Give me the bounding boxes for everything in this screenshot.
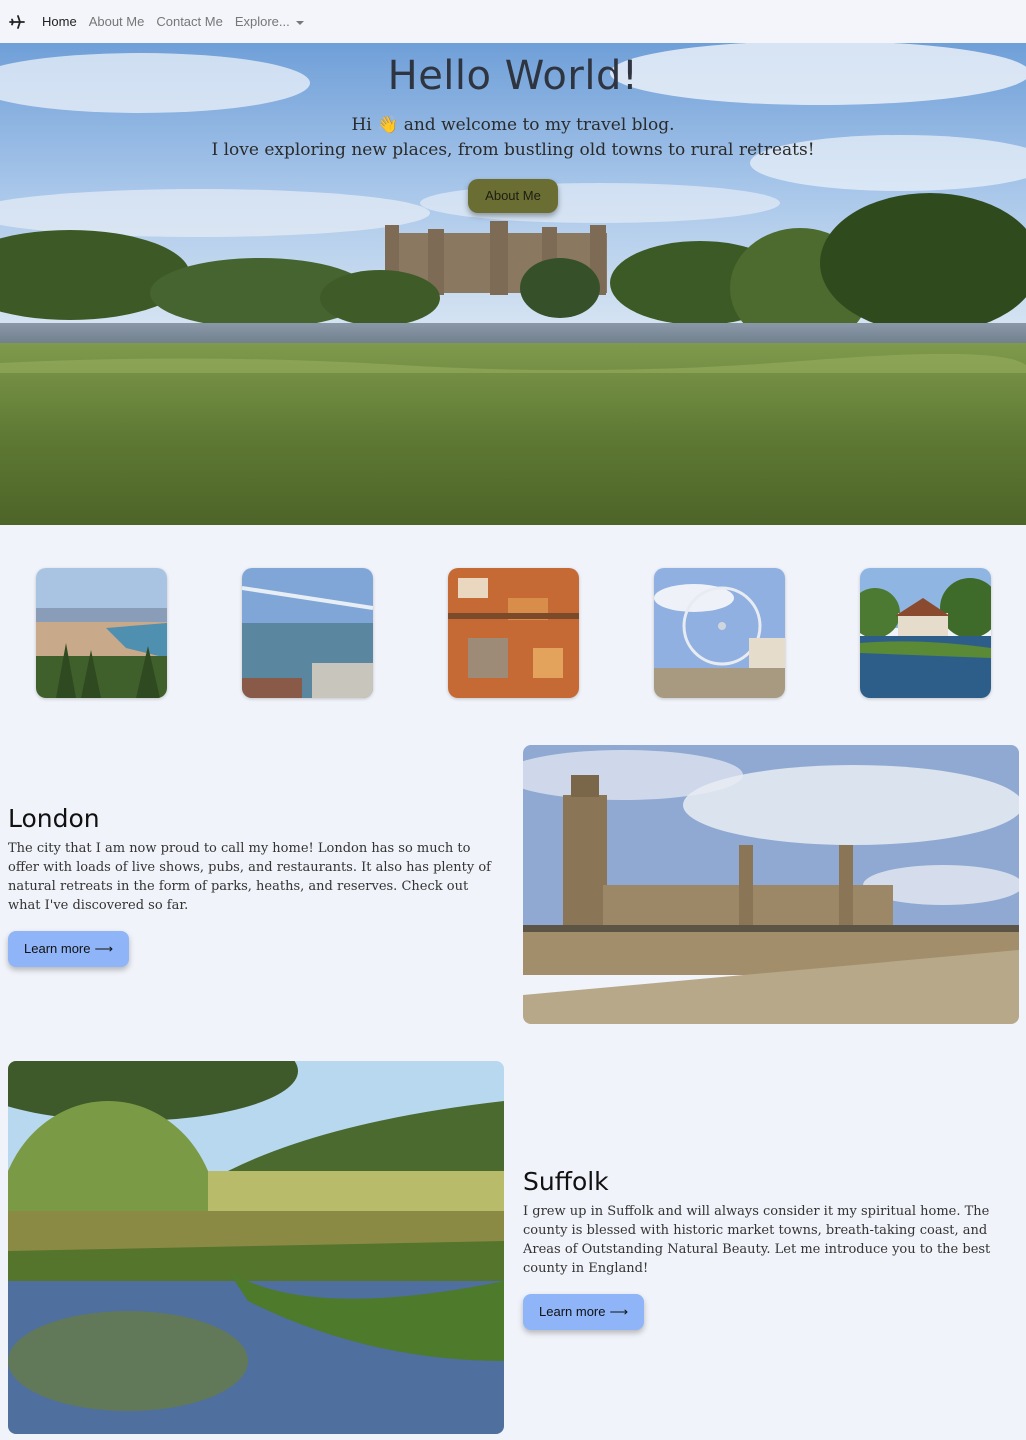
hero-welcome-line: Hi 👋 and welcome to my travel blog. (0, 113, 1026, 138)
nav-contact-link[interactable]: Contact Me (156, 14, 222, 29)
london-learn-more-label: Learn more (24, 941, 91, 956)
thumbnail-old-town[interactable] (448, 568, 579, 698)
hero-title: Hello World! (387, 53, 639, 99)
hero-greeting: Hi (351, 115, 372, 135)
nav-about-link[interactable]: About Me (89, 14, 145, 29)
london-parliament-image (523, 745, 1019, 1024)
london-section: London The city that I am now proud to c… (8, 804, 503, 967)
waving-hand-icon: 👋 (377, 115, 399, 135)
arrow-right-icon: ⟶ (609, 1304, 629, 1319)
nav-explore-dropdown[interactable]: Explore... (235, 14, 304, 29)
nav-home-link[interactable]: Home (42, 14, 77, 29)
thumbnail-coastal-town[interactable] (36, 568, 167, 698)
suffolk-learn-more-label: Learn more (539, 1304, 606, 1319)
thumbnail-pond-cottage[interactable] (860, 568, 991, 698)
nav-explore-label: Explore... (234, 14, 290, 29)
hero-content: Hello World! Hi 👋 and welcome to my trav… (0, 43, 1026, 213)
thumbnail-harbour[interactable] (242, 568, 373, 698)
navbar: Home About Me Contact Me Explore... (0, 0, 1026, 43)
hero-banner: Hello World! Hi 👋 and welcome to my trav… (0, 43, 1026, 525)
london-learn-more-button[interactable]: Learn more ⟶ (8, 931, 130, 967)
hero-subtitle: I love exploring new places, from bustli… (211, 140, 815, 160)
suffolk-title: Suffolk (523, 1167, 609, 1196)
caret-down-icon (295, 20, 304, 25)
about-me-button[interactable]: About Me (468, 179, 558, 213)
london-description: The city that I am now proud to call my … (8, 841, 491, 913)
suffolk-description: I grew up in Suffolk and will always con… (523, 1204, 991, 1276)
suffolk-section: Suffolk I grew up in Suffolk and will al… (523, 1167, 993, 1330)
airplane-icon[interactable] (8, 13, 26, 31)
london-title: London (8, 804, 100, 833)
suffolk-learn-more-button[interactable]: Learn more ⟶ (523, 1294, 645, 1330)
arrow-right-icon: ⟶ (94, 941, 114, 956)
suffolk-river-image (8, 1061, 504, 1434)
thumbnail-london-eye[interactable] (654, 568, 785, 698)
thumbnail-gallery (0, 568, 1026, 698)
hero-welcome-text: and welcome to my travel blog. (403, 115, 675, 135)
